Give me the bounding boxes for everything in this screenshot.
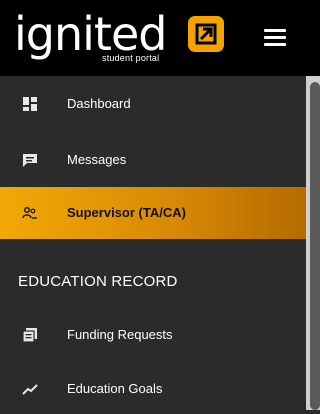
message-icon xyxy=(22,152,38,168)
sidebar-item-supervisor[interactable]: Supervisor (TA/CA) xyxy=(0,187,306,239)
app-header: ignited student portal xyxy=(0,0,320,76)
brand-mark-icon xyxy=(188,16,224,52)
scrollbar-thumb[interactable] xyxy=(310,82,320,410)
brand-tagline: student portal xyxy=(102,53,160,63)
sidebar-item-label: Messages xyxy=(67,152,127,167)
supervisor-icon xyxy=(22,205,38,221)
dashboard-icon xyxy=(22,96,38,112)
hamburger-icon[interactable] xyxy=(260,22,290,52)
sidebar-item-label: Education Goals xyxy=(67,381,163,396)
brand-logo[interactable]: ignited student portal xyxy=(14,8,224,68)
funding-icon xyxy=(22,327,38,343)
sidebar-item-label: Funding Requests xyxy=(67,327,173,342)
trend-icon xyxy=(22,381,38,397)
sidebar-item-education-goals[interactable]: Education Goals xyxy=(0,364,306,414)
section-heading: EDUCATION RECORD xyxy=(18,273,178,290)
sidebar-item-messages[interactable]: Messages xyxy=(0,135,306,185)
sidebar-item-funding-requests[interactable]: Funding Requests xyxy=(0,310,306,360)
sidebar-item-label: Dashboard xyxy=(67,96,131,111)
sidebar-item-dashboard[interactable]: Dashboard xyxy=(0,79,306,129)
sidebar-item-label: Supervisor (TA/CA) xyxy=(67,205,186,220)
